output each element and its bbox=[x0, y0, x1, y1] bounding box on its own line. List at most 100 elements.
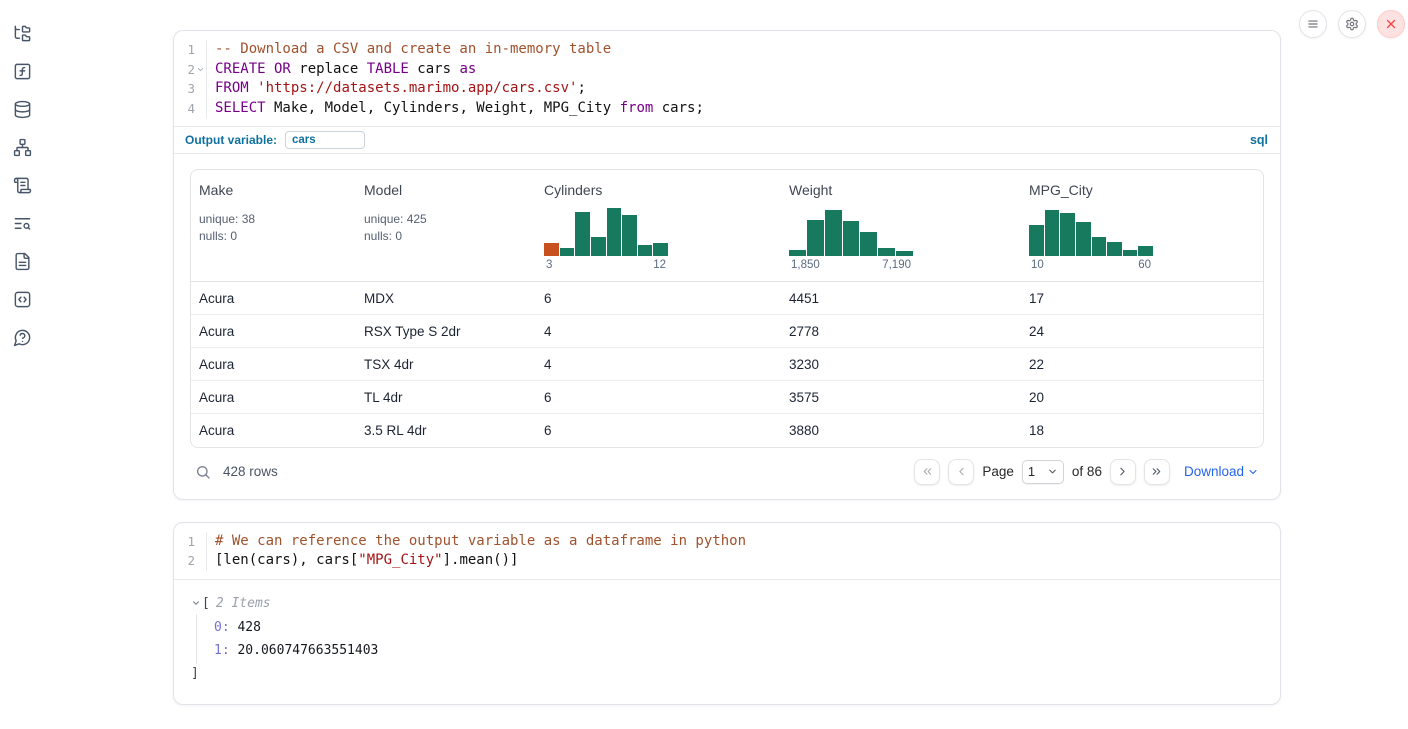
list-item: 1: 20.060747663551403 bbox=[214, 639, 1264, 662]
axis-max-label: 7,190 bbox=[882, 259, 911, 271]
line-number-gutter: 12 bbox=[174, 532, 207, 571]
list-item: 0: 428 bbox=[214, 616, 1264, 639]
histogram-bar bbox=[1138, 246, 1153, 256]
sidebar-item-documentation[interactable] bbox=[11, 250, 33, 272]
item-value: 20.060747663551403 bbox=[230, 643, 379, 658]
histogram-bar bbox=[1123, 250, 1138, 256]
column-histogram: 10 60 bbox=[1029, 208, 1153, 271]
column-name: Cylinders bbox=[544, 182, 773, 198]
line-number: 3 bbox=[187, 79, 195, 99]
page-total-label: of 86 bbox=[1072, 464, 1102, 479]
code-line: SELECT Make, Model, Cylinders, Weight, M… bbox=[215, 99, 704, 119]
download-label: Download bbox=[1184, 464, 1244, 479]
column-header-cylinders[interactable]: Cylinders 3 12 bbox=[536, 170, 781, 282]
table-cell: MDX bbox=[356, 282, 536, 315]
table-row: AcuraTL 4dr6357520 bbox=[191, 381, 1263, 414]
page-label: Page bbox=[982, 464, 1014, 479]
sidebar-item-snippets[interactable] bbox=[11, 288, 33, 310]
histogram-bar bbox=[1029, 225, 1044, 256]
chevron-down-icon bbox=[1247, 466, 1259, 478]
line-number: 4 bbox=[187, 99, 195, 119]
search-icon[interactable] bbox=[195, 464, 211, 480]
histogram-bar bbox=[622, 215, 637, 256]
row-count: 428 rows bbox=[223, 464, 278, 479]
sidebar-item-variables[interactable] bbox=[11, 60, 33, 82]
table-cell: 4 bbox=[536, 348, 781, 381]
item-index: 1: bbox=[214, 643, 230, 658]
sidebar-item-data-sources[interactable] bbox=[11, 98, 33, 120]
table-cell: 6 bbox=[536, 381, 781, 414]
code-line: CREATE OR replace TABLE cars as bbox=[215, 60, 704, 80]
code-line: [len(cars), cars["MPG_City"].mean()] bbox=[215, 551, 746, 571]
table-cell: TL 4dr bbox=[356, 381, 536, 414]
close-bracket: ] bbox=[191, 664, 1264, 683]
download-button[interactable]: Download bbox=[1184, 464, 1259, 479]
sidebar bbox=[0, 0, 44, 729]
column-header-weight[interactable]: Weight1,8507,190 bbox=[781, 170, 1021, 282]
fold-chevron-icon[interactable] bbox=[195, 64, 206, 75]
settings-button[interactable] bbox=[1338, 10, 1366, 38]
page-select[interactable]: 1 bbox=[1022, 460, 1064, 484]
axis-min-label: 10 bbox=[1031, 259, 1044, 271]
table-row: AcuraMDX6445117 bbox=[191, 282, 1263, 315]
python-code-editor[interactable]: 12 # We can reference the output variable… bbox=[174, 523, 1280, 579]
sql-output: Makeunique: 38nulls: 0Modelunique: 425nu… bbox=[174, 153, 1280, 499]
code-line: # We can reference the output variable a… bbox=[215, 532, 746, 552]
sidebar-item-scratchpad[interactable] bbox=[11, 174, 33, 196]
sql-code-editor[interactable]: 1234 -- Download a CSV and create an in-m… bbox=[174, 31, 1280, 126]
table-cell: 24 bbox=[1021, 315, 1263, 348]
table-cell: 22 bbox=[1021, 348, 1263, 381]
histogram-bar bbox=[653, 243, 668, 256]
collapse-icon[interactable] bbox=[191, 598, 202, 608]
python-cell: 12 # We can reference the output variable… bbox=[173, 522, 1281, 705]
table-cell: 18 bbox=[1021, 414, 1263, 447]
line-number: 1 bbox=[187, 532, 195, 552]
table-cell: TSX 4dr bbox=[356, 348, 536, 381]
axis-max-label: 12 bbox=[653, 259, 666, 271]
sidebar-item-dependency-graph[interactable] bbox=[11, 136, 33, 158]
items-count-label: 2 Items bbox=[216, 593, 271, 614]
column-histogram: 1,850 7,190 bbox=[789, 208, 913, 271]
next-page-button[interactable] bbox=[1110, 459, 1136, 485]
previous-page-button[interactable] bbox=[948, 459, 974, 485]
table-cell: RSX Type S 2dr bbox=[356, 315, 536, 348]
shutdown-button[interactable] bbox=[1377, 10, 1405, 38]
sidebar-item-file-explorer[interactable] bbox=[11, 22, 33, 44]
table-cell: 3.5 RL 4dr bbox=[356, 414, 536, 447]
sql-cell: 1234-- Download a CSV and create an in-m… bbox=[173, 30, 1281, 500]
histogram-bar bbox=[607, 208, 622, 256]
axis-max-label: 60 bbox=[1138, 259, 1151, 271]
pagination: Page 1 of 86 bbox=[914, 459, 1170, 485]
output-variable-input[interactable] bbox=[285, 131, 365, 149]
table-cell: Acura bbox=[191, 381, 356, 414]
column-header-model[interactable]: Modelunique: 425nulls: 0 bbox=[356, 170, 536, 282]
histogram-bar bbox=[878, 248, 895, 256]
column-name: Make bbox=[199, 182, 348, 198]
histogram-bar bbox=[591, 237, 606, 256]
menu-button[interactable] bbox=[1299, 10, 1327, 38]
first-page-button[interactable] bbox=[914, 459, 940, 485]
sql-cell-footer: Output variable: sql bbox=[174, 126, 1280, 153]
line-number-gutter: 1234 bbox=[174, 40, 207, 118]
table-cell: 17 bbox=[1021, 282, 1263, 315]
list-items: 0: 4281: 20.060747663551403 bbox=[196, 614, 1264, 664]
sidebar-item-help[interactable] bbox=[11, 326, 33, 348]
sidebar-item-logs[interactable] bbox=[11, 212, 33, 234]
histogram-bar bbox=[896, 251, 913, 256]
column-header-mpg_city[interactable]: MPG_City1060 bbox=[1021, 170, 1263, 282]
table-cell: 3575 bbox=[781, 381, 1021, 414]
last-page-button[interactable] bbox=[1144, 459, 1170, 485]
notebook-cells: 1234-- Download a CSV and create an in-m… bbox=[173, 30, 1281, 705]
column-stats: unique: 425nulls: 0 bbox=[364, 211, 528, 244]
axis-min-label: 3 bbox=[546, 259, 552, 271]
line-number: 2 bbox=[187, 551, 195, 571]
open-bracket: [ bbox=[202, 593, 210, 614]
code-line: FROM 'https://datasets.marimo.app/cars.c… bbox=[215, 79, 704, 99]
code-line: -- Download a CSV and create an in-memor… bbox=[215, 40, 704, 60]
language-badge: sql bbox=[1250, 133, 1268, 147]
item-value: 428 bbox=[230, 620, 261, 635]
column-header-make[interactable]: Makeunique: 38nulls: 0 bbox=[191, 170, 356, 282]
histogram-bar bbox=[560, 248, 575, 256]
axis-min-label: 1,850 bbox=[791, 259, 820, 271]
histogram-bar bbox=[843, 221, 860, 256]
